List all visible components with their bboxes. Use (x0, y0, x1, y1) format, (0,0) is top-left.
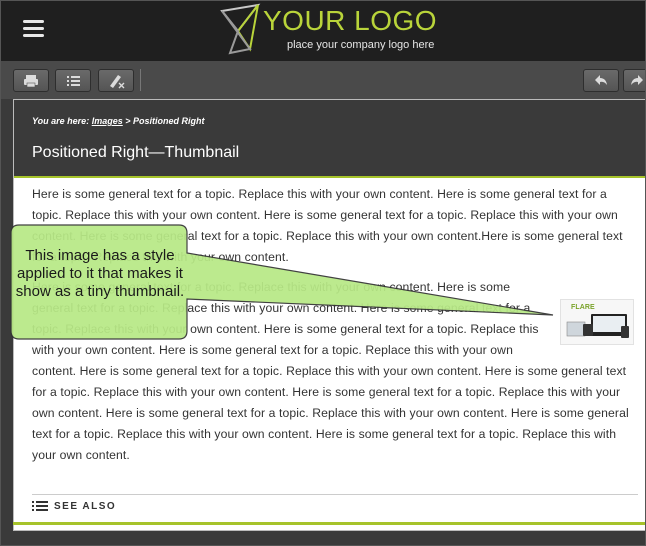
breadcrumb-separator: > (125, 116, 131, 126)
breadcrumb: You are here: Images > Positioned Right (32, 116, 205, 126)
breadcrumb-prefix: You are here: (32, 116, 90, 126)
topic-title-bar: You are here: Images > Positioned Right … (14, 100, 645, 178)
forward-icon (631, 75, 643, 85)
forward-button[interactable] (623, 69, 645, 92)
callout-text: This image has a style applied to it tha… (15, 247, 185, 300)
topic-content: You are here: Images > Positioned Right … (13, 99, 645, 531)
page-title: Positioned Right—Thumbnail (32, 144, 240, 161)
app-window: YOUR LOGO place your company logo here Y… (0, 0, 646, 546)
toolbar-divider (140, 69, 141, 91)
logo-icon (220, 3, 261, 55)
back-button[interactable] (583, 69, 619, 92)
toolbar (1, 61, 645, 99)
topic-body: Here is some general text for a topic. R… (32, 184, 638, 475)
logo-title: YOUR LOGO (263, 5, 438, 36)
list-icon (32, 501, 48, 511)
thumbnail-image[interactable]: FLARE (560, 299, 634, 345)
remove-highlight-button[interactable] (98, 69, 134, 92)
expand-all-button[interactable] (55, 69, 91, 92)
see-also-label: SEE ALSO (54, 501, 117, 512)
paragraph: Here is some general text for a topic. R… (32, 280, 629, 462)
thumbnail-graphic: FLARE (566, 304, 629, 338)
logo-subtitle: place your company logo here (287, 39, 435, 51)
clear-highlight-icon (110, 75, 125, 89)
menu-icon[interactable] (23, 20, 44, 38)
back-icon (595, 75, 607, 85)
footer-accent-line (13, 522, 645, 525)
thumbnail-label: FLARE (571, 304, 595, 311)
list-icon (67, 76, 80, 86)
see-also-section[interactable]: SEE ALSO (32, 494, 638, 517)
breadcrumb-link-images[interactable]: Images (92, 116, 123, 126)
print-button[interactable] (13, 69, 49, 92)
breadcrumb-current: Positioned Right (133, 116, 205, 126)
print-icon (24, 75, 38, 88)
header-bar: YOUR LOGO place your company logo here (1, 1, 645, 61)
